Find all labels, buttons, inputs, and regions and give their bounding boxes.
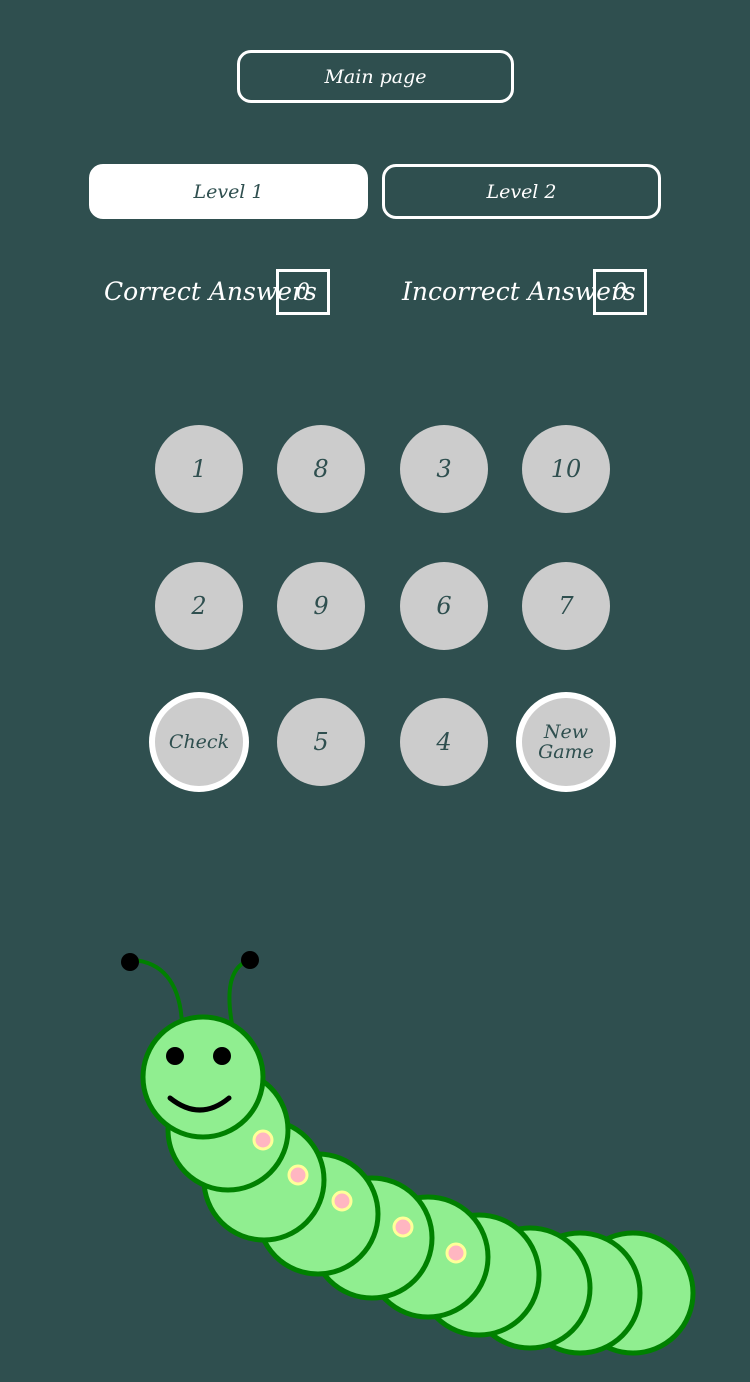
number-ball[interactable]: 4 <box>400 698 488 786</box>
caterpillar-head <box>140 1014 266 1140</box>
number-ball[interactable]: 10 <box>522 425 610 513</box>
number-ball[interactable]: 2 <box>155 562 243 650</box>
number-ball[interactable]: 1 <box>155 425 243 513</box>
caterpillar-illustration <box>121 951 696 1356</box>
caterpillar-spot <box>252 1129 274 1151</box>
left-eye <box>166 1047 184 1065</box>
number-ball[interactable]: 6 <box>400 562 488 650</box>
new-game-label: New Game <box>538 721 594 763</box>
level-2-button[interactable]: Level 2 <box>382 164 661 219</box>
right-eye <box>213 1047 231 1065</box>
number-ball[interactable]: 8 <box>277 425 365 513</box>
number-ball[interactable]: 3 <box>400 425 488 513</box>
caterpillar-spot <box>287 1164 309 1186</box>
check-label: Check <box>168 731 230 753</box>
number-ball[interactable]: 7 <box>522 562 610 650</box>
incorrect-answers-count: 0 <box>593 269 647 315</box>
level-1-button[interactable]: Level 1 <box>89 164 368 219</box>
check-button[interactable]: Check <box>149 692 249 792</box>
left-antenna <box>132 958 184 1025</box>
main-page-button[interactable]: Main page <box>237 50 514 103</box>
number-ball[interactable]: 9 <box>277 562 365 650</box>
right-antenna <box>227 958 251 1025</box>
left-antenna-tip <box>121 953 139 971</box>
number-ball[interactable]: 5 <box>277 698 365 786</box>
caterpillar-spot <box>392 1216 414 1238</box>
correct-answers-count: 0 <box>276 269 330 315</box>
right-antenna-tip <box>241 951 259 969</box>
caterpillar-spot <box>445 1242 467 1264</box>
new-game-button[interactable]: New Game <box>516 692 616 792</box>
caterpillar-spot <box>331 1190 353 1212</box>
